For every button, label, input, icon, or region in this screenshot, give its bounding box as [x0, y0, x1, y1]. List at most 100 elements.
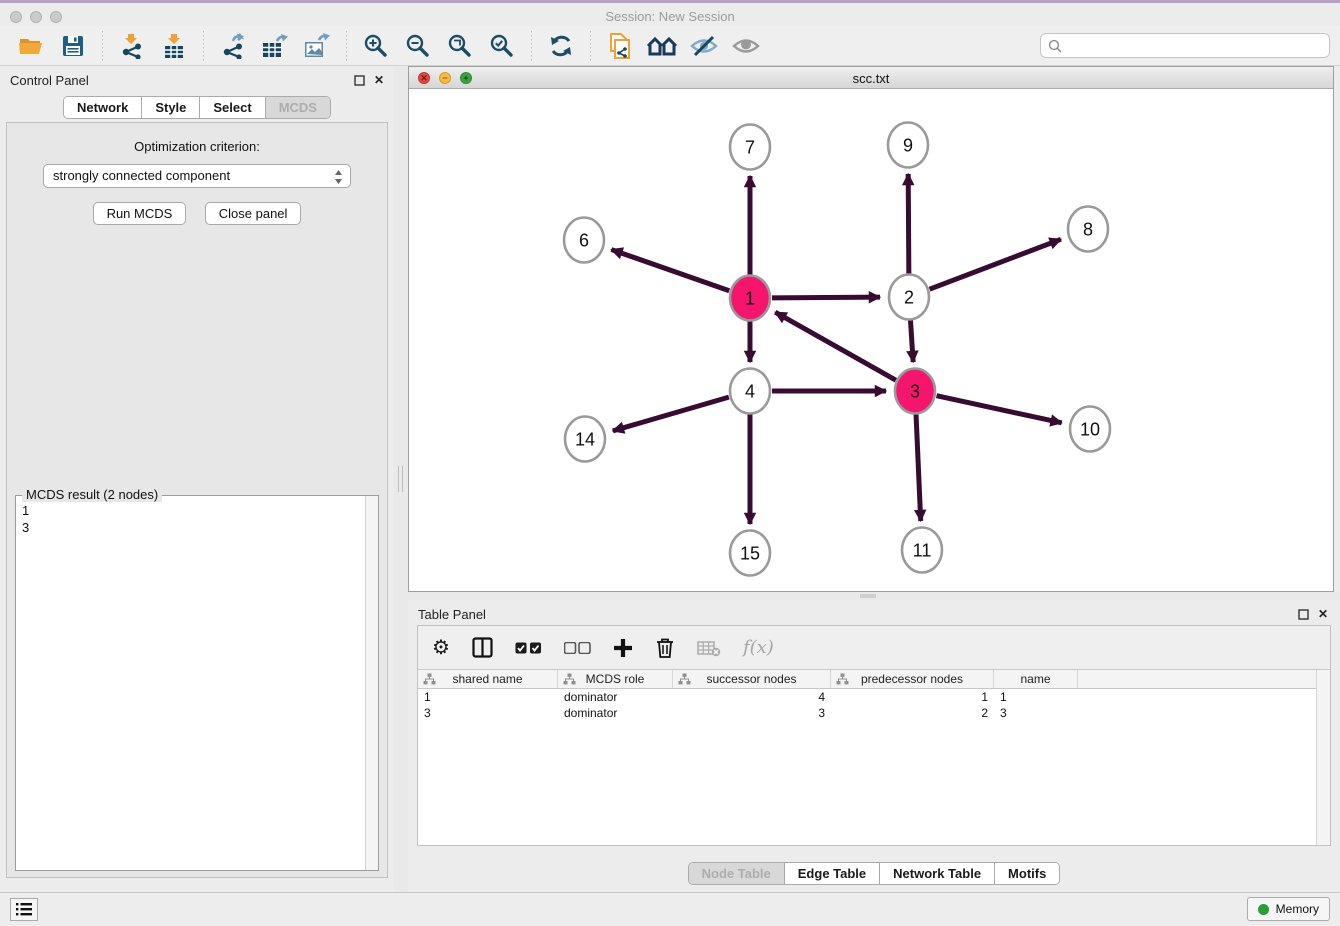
export-table-icon[interactable]	[260, 31, 290, 61]
tab-motifs[interactable]: Motifs	[994, 863, 1059, 884]
vertical-splitter[interactable]	[394, 66, 408, 892]
save-session-icon[interactable]	[58, 31, 88, 61]
node-7[interactable]: 7	[730, 125, 770, 170]
node-2[interactable]: 2	[889, 275, 929, 320]
table-cell[interactable]: 1	[831, 690, 994, 704]
optimization-criterion-label: Optimization criterion:	[7, 139, 387, 154]
show-columns-icon[interactable]	[472, 637, 493, 658]
table-cell[interactable]: 1	[418, 690, 558, 704]
zoom-fit-icon[interactable]	[445, 31, 475, 61]
table-cell[interactable]: 1	[994, 690, 1078, 704]
hide-details-icon[interactable]	[689, 31, 719, 61]
float-panel-icon[interactable]	[352, 73, 366, 87]
table-row[interactable]: 3dominator323	[418, 705, 1330, 721]
node-1[interactable]: 1	[730, 276, 770, 321]
edge-3-1[interactable]	[775, 312, 896, 380]
edge-1-6[interactable]	[611, 250, 729, 291]
mcds-result-text[interactable]: 13	[16, 498, 364, 870]
export-image-icon[interactable]	[302, 31, 332, 61]
column-header-shared-name[interactable]: shared name	[418, 670, 558, 688]
node-4[interactable]: 4	[730, 369, 770, 414]
import-table-icon[interactable]	[159, 31, 189, 61]
open-session-icon[interactable]	[16, 31, 46, 61]
edge-3-11[interactable]	[916, 413, 921, 521]
delete-table-icon-disabled	[697, 639, 721, 657]
task-history-button[interactable]	[10, 898, 38, 921]
memory-button[interactable]: Memory	[1247, 897, 1330, 921]
import-network-icon[interactable]	[117, 31, 147, 61]
edge-2-3[interactable]	[910, 319, 913, 362]
float-table-panel-icon[interactable]	[1296, 607, 1310, 621]
criterion-select[interactable]: strongly connected component	[43, 164, 351, 188]
table-cell[interactable]: 3	[673, 706, 831, 720]
tab-edge-table[interactable]: Edge Table	[784, 863, 879, 884]
control-panel-title: Control Panel	[10, 73, 89, 88]
zoom-in-icon[interactable]	[361, 31, 391, 61]
node-11[interactable]: 11	[902, 528, 942, 573]
zoom-selected-icon[interactable]	[487, 31, 517, 61]
tab-select[interactable]: Select	[199, 97, 264, 118]
svg-text:6: 6	[579, 231, 589, 251]
tab-mcds[interactable]: MCDS	[265, 97, 330, 118]
node-9[interactable]: 9	[888, 123, 928, 168]
zoom-out-icon[interactable]	[403, 31, 433, 61]
close-table-panel-icon[interactable]: ✕	[1316, 607, 1330, 621]
node-3[interactable]: 3	[895, 369, 935, 414]
delete-column-trash-icon[interactable]	[655, 637, 675, 659]
mcds-result-box: MCDS result (2 nodes) 13	[15, 495, 379, 871]
svg-text:9: 9	[903, 136, 913, 156]
window-title: Session: New Session	[0, 9, 1340, 24]
table-tabs: Node TableEdge TableNetwork TableMotifs	[688, 862, 1061, 885]
node-6[interactable]: 6	[564, 218, 604, 263]
tab-style[interactable]: Style	[141, 97, 199, 118]
edge-3-10[interactable]	[936, 396, 1061, 423]
home-view-icon[interactable]	[647, 31, 677, 61]
tab-network-table[interactable]: Network Table	[879, 863, 994, 884]
search-field[interactable]	[1040, 33, 1330, 58]
table-cell[interactable]: 2	[831, 706, 994, 720]
node-10[interactable]: 10	[1070, 407, 1110, 452]
table-row[interactable]: 1dominator411	[418, 689, 1330, 705]
table-settings-gear-icon[interactable]: ⚙	[432, 638, 450, 658]
run-mcds-button[interactable]: Run MCDS	[93, 202, 187, 225]
edge-2-9[interactable]	[908, 174, 909, 275]
edge-2-8[interactable]	[930, 239, 1061, 289]
close-panel-icon[interactable]: ✕	[372, 73, 386, 87]
export-network-icon[interactable]	[218, 31, 248, 61]
edge-1-2[interactable]	[772, 297, 880, 298]
edge-4-14[interactable]	[613, 397, 729, 431]
horizontal-splitter[interactable]	[408, 592, 1340, 600]
mcds-result-scrollbar[interactable]	[365, 496, 378, 870]
select-all-columns-icon[interactable]	[515, 642, 542, 654]
mcds-panel: Optimization criterion: strongly connect…	[6, 122, 388, 878]
table-cell[interactable]: 3	[418, 706, 558, 720]
table-cell[interactable]: 3	[994, 706, 1078, 720]
unselect-all-columns-icon[interactable]	[564, 642, 591, 654]
show-details-icon[interactable]	[731, 31, 761, 61]
refresh-icon[interactable]	[546, 31, 576, 61]
column-header-predecessor-nodes[interactable]: predecessor nodes	[831, 670, 994, 688]
node-14[interactable]: 14	[565, 417, 605, 462]
table-scrollbar[interactable]	[1316, 670, 1330, 845]
memory-label: Memory	[1276, 902, 1319, 916]
search-icon	[1048, 39, 1062, 53]
network-window-titlebar[interactable]: ✕ − + scc.txt	[409, 67, 1333, 89]
close-panel-button[interactable]: Close panel	[205, 202, 302, 225]
table-cell[interactable]: dominator	[558, 690, 673, 704]
table-cell[interactable]: 4	[673, 690, 831, 704]
create-column-icon[interactable]	[613, 638, 633, 658]
list-icon	[16, 903, 32, 916]
table-panel-title: Table Panel	[418, 607, 486, 622]
tab-network[interactable]: Network	[64, 97, 141, 118]
select-stepper-icon	[334, 169, 343, 192]
tab-node-table[interactable]: Node Table	[689, 863, 784, 884]
network-canvas[interactable]: 7 9 6 8 1 2 4 3 14 10 15 11	[409, 89, 1333, 591]
column-header-MCDS-role[interactable]: MCDS role	[558, 670, 673, 688]
column-header-name[interactable]: name	[994, 670, 1078, 688]
node-15[interactable]: 15	[730, 531, 770, 576]
node-8[interactable]: 8	[1068, 207, 1108, 252]
copy-style-icon[interactable]	[605, 31, 635, 61]
column-header-successor-nodes[interactable]: successor nodes	[673, 670, 831, 688]
table-cell[interactable]: dominator	[558, 706, 673, 720]
search-input[interactable]	[1067, 38, 1329, 53]
